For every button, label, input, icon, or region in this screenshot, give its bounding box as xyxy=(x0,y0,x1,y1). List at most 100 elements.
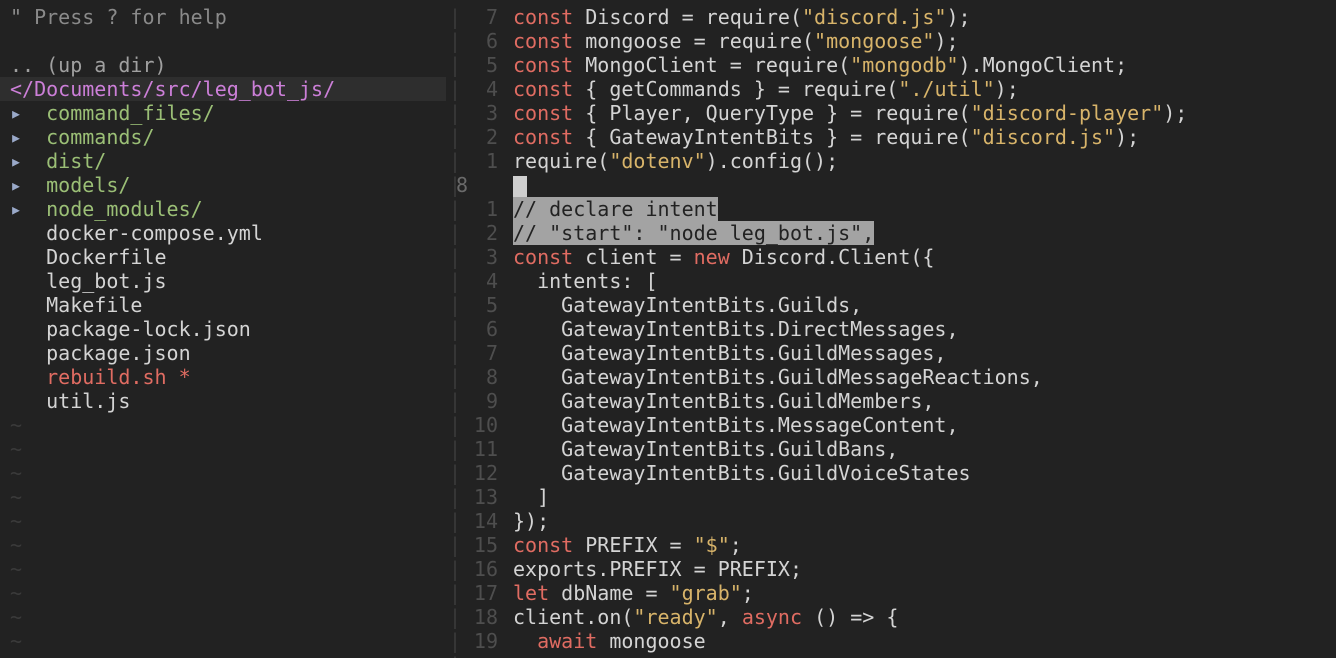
code-token: () => { xyxy=(802,605,899,629)
code-line[interactable]: 18 client.on("ready", async () => { xyxy=(456,605,1336,629)
string-token: "ready" xyxy=(633,605,718,629)
code-token: GatewayIntentBits.GuildMessageReactions, xyxy=(513,365,1043,389)
line-number: 3 xyxy=(485,101,498,125)
code-token: ).MongoClient; xyxy=(958,53,1128,77)
code-line[interactable]: 5 GatewayIntentBits.Guilds, xyxy=(456,293,1336,317)
keyword-token: const xyxy=(513,533,574,557)
help-hint: " Press ? for help xyxy=(0,5,446,29)
empty-line-tilde: ~ xyxy=(0,557,446,581)
file-tree-panel[interactable]: " Press ? for help .. (up a dir) </Documen… xyxy=(0,0,446,658)
file-label: docker-compose.yml xyxy=(46,221,263,245)
tree-dir-item[interactable]: ▸ dist/ xyxy=(0,149,446,173)
tree-file-item[interactable]: leg_bot.js xyxy=(0,269,446,293)
empty-line-tilde: ~ xyxy=(0,413,446,437)
code-token: { GatewayIntentBits } = require( xyxy=(573,125,971,149)
dir-label: dist/ xyxy=(46,149,107,173)
tree-file-item[interactable]: package-lock.json xyxy=(0,317,446,341)
code-line[interactable]: 15 const PREFIX = "$"; xyxy=(456,533,1336,557)
tilde-marker: ~ xyxy=(10,485,23,509)
split-divider[interactable]: |||||||||||||||||||||||||||| xyxy=(446,0,456,658)
string-token: "dotenv" xyxy=(609,149,706,173)
code-line[interactable]: 6 GatewayIntentBits.DirectMessages, xyxy=(456,317,1336,341)
code-text: exports.PREFIX = PREFIX; xyxy=(513,557,802,581)
empty-line-tilde: ~ xyxy=(0,485,446,509)
code-line[interactable]: 13 ] xyxy=(456,485,1336,509)
code-line[interactable]: 6 const mongoose = require("mongoose"); xyxy=(456,29,1336,53)
code-token: GatewayIntentBits.GuildBans, xyxy=(513,437,899,461)
code-token: { Player, QueryType } = require( xyxy=(573,101,971,125)
divider-segment: | xyxy=(449,437,456,461)
string-token: "mongoose" xyxy=(814,29,935,53)
code-line[interactable]: 5 const MongoClient = require("mongodb").… xyxy=(456,53,1336,77)
code-line[interactable]: 1 // declare intent xyxy=(456,197,1336,221)
line-number: 5 xyxy=(485,293,498,317)
up-dir-item[interactable]: .. (up a dir) xyxy=(0,53,446,77)
code-line[interactable]: 7 const Discord = require("discord.js"); xyxy=(456,5,1336,29)
code-line[interactable]: 2 // "start": "node leg_bot.js", xyxy=(456,221,1336,245)
code-token: mongoose xyxy=(597,629,706,653)
code-line[interactable]: 3 const { Player, QueryType } = require("… xyxy=(456,101,1336,125)
code-editor[interactable]: 7 const Discord = require("discord.js"); 6… xyxy=(456,0,1336,658)
line-number: 12 xyxy=(473,461,498,485)
line-number: 10 xyxy=(473,413,498,437)
code-line[interactable]: 14}); xyxy=(456,509,1336,533)
code-text: GatewayIntentBits.GuildBans, xyxy=(513,437,898,461)
tree-dir-item[interactable]: ▸ command_files/ xyxy=(0,101,446,125)
tree-file-item[interactable]: package.json xyxy=(0,341,446,365)
code-text: const MongoClient = require("mongodb").M… xyxy=(513,53,1127,77)
code-line[interactable]: 4 const { getCommands } = require("./util… xyxy=(456,77,1336,101)
tree-file-item[interactable]: Makefile xyxy=(0,293,446,317)
code-token: , xyxy=(717,605,742,629)
tilde-marker: ~ xyxy=(10,413,23,437)
code-line[interactable]: 1 require("dotenv").config(); xyxy=(456,149,1336,173)
divider-segment: | xyxy=(449,461,456,485)
code-token: GatewayIntentBits.DirectMessages, xyxy=(513,317,959,341)
code-text: const client = new Discord.Client({ xyxy=(513,245,934,269)
code-line[interactable]: 8 GatewayIntentBits.GuildMessageReaction… xyxy=(456,365,1336,389)
divider-segment: | xyxy=(449,101,456,125)
code-token: ); xyxy=(994,77,1019,101)
current-code-line[interactable]: 8 xyxy=(456,173,1336,198)
divider-segment: | xyxy=(449,245,456,269)
dir-label: node_modules/ xyxy=(46,197,203,221)
code-line[interactable]: 19 await mongoose xyxy=(456,629,1336,653)
tree-file-item[interactable]: docker-compose.yml xyxy=(0,221,446,245)
divider-segment: | xyxy=(449,125,456,149)
tilde-marker: ~ xyxy=(10,557,23,581)
code-line[interactable]: 11 GatewayIntentBits.GuildBans, xyxy=(456,437,1336,461)
code-line[interactable]: 17 let dbName = "grab"; xyxy=(456,581,1336,605)
code-line[interactable]: 16 exports.PREFIX = PREFIX; xyxy=(456,557,1336,581)
code-text: client.on("ready", async () => { xyxy=(513,605,898,629)
string-token: "discord-player" xyxy=(970,101,1164,125)
code-line[interactable]: 4 intents: [ xyxy=(456,269,1336,293)
divider-segment: | xyxy=(449,557,456,581)
code-token: ; xyxy=(729,533,742,557)
code-line[interactable]: 9 GatewayIntentBits.GuildMembers, xyxy=(456,389,1336,413)
line-number: 2 xyxy=(485,125,498,149)
code-line[interactable]: 7 GatewayIntentBits.GuildMessages, xyxy=(456,341,1336,365)
tilde-marker: ~ xyxy=(10,461,23,485)
code-text: const mongoose = require("mongoose"); xyxy=(513,29,959,53)
line-number: 4 xyxy=(485,269,498,293)
root-path[interactable]: </Documents/src/leg_bot_js/ xyxy=(0,77,446,101)
line-number: 7 xyxy=(485,5,498,29)
code-line[interactable]: 10 GatewayIntentBits.MessageContent, xyxy=(456,413,1336,437)
tree-file-item[interactable]: util.js xyxy=(0,389,446,413)
code-text xyxy=(513,173,527,198)
keyword-token: await xyxy=(537,629,598,653)
line-number: 8 xyxy=(485,365,498,389)
divider-segment: | xyxy=(449,509,456,533)
tree-file-item[interactable]: Dockerfile xyxy=(0,245,446,269)
code-line[interactable]: 3 const client = new Discord.Client({ xyxy=(456,245,1336,269)
empty-line-tilde: ~ xyxy=(0,437,446,461)
code-line[interactable]: 12 GatewayIntentBits.GuildVoiceStates xyxy=(456,461,1336,485)
tree-file-item[interactable]: rebuild.sh * xyxy=(0,365,446,389)
divider-segment: | xyxy=(449,173,456,197)
code-line[interactable]: 2 const { GatewayIntentBits } = require("… xyxy=(456,125,1336,149)
line-number: 5 xyxy=(485,53,498,77)
tree-dir-item[interactable]: ▸ node_modules/ xyxy=(0,197,446,221)
empty-line-tilde: ~ xyxy=(0,509,446,533)
tree-dir-item[interactable]: ▸ commands/ xyxy=(0,125,446,149)
divider-segment: | xyxy=(449,581,456,605)
tree-dir-item[interactable]: ▸ models/ xyxy=(0,173,446,197)
